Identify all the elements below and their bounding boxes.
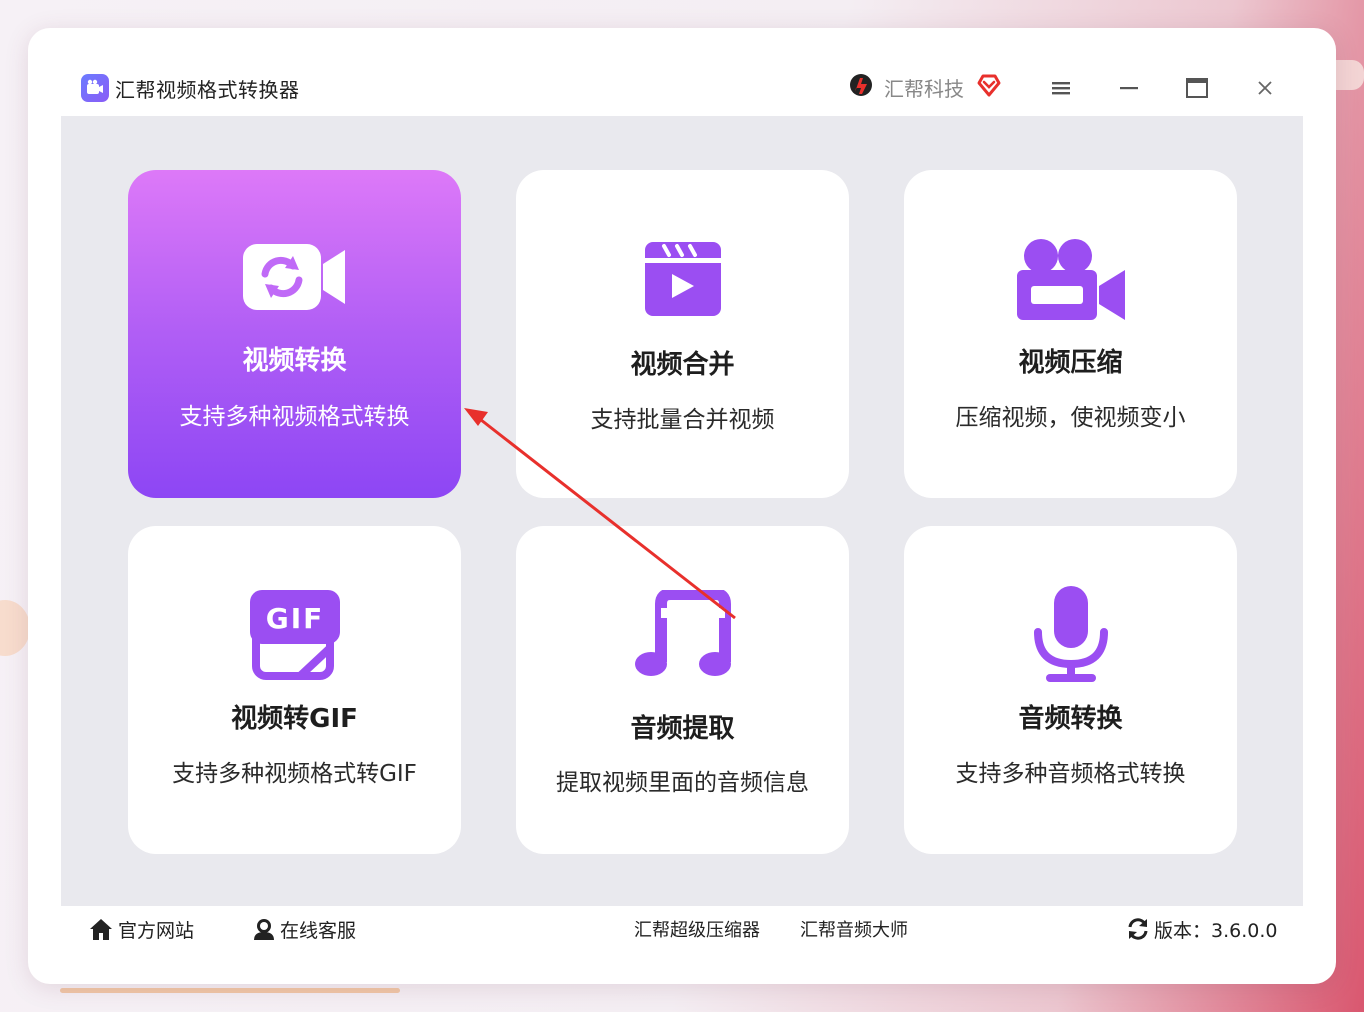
card-title: 视频转换 — [242, 346, 347, 376]
card-title: 音频提取 — [630, 714, 735, 744]
version-info[interactable]: 版本：3.6.0.0 — [1126, 906, 1277, 952]
close-button[interactable] — [1249, 72, 1281, 104]
online-support-link[interactable]: 在线客服 — [252, 906, 356, 952]
brand-logo-icon — [846, 70, 876, 104]
card-video-convert[interactable]: 视频转换 支持多种视频格式转换 — [128, 170, 461, 498]
card-audio-extract[interactable]: 音频提取 提取视频里面的音频信息 — [516, 526, 849, 854]
card-description: 压缩视频，使视频变小 — [955, 405, 1186, 431]
official-website-label: 官方网站 — [118, 919, 195, 942]
hamburger-icon — [1052, 82, 1070, 95]
gif-icon: GIF — [128, 586, 461, 682]
card-title: 视频合并 — [630, 350, 735, 380]
home-icon — [90, 919, 112, 940]
official-website-link[interactable]: 官方网站 — [88, 906, 194, 952]
clapperboard-icon — [516, 240, 849, 318]
card-video-compress[interactable]: 视频压缩 压缩视频，使视频变小 — [904, 170, 1237, 498]
card-description: 支持多种视频格式转GIF — [172, 761, 417, 787]
card-title: 音频转换 — [1018, 704, 1123, 734]
app-logo-icon — [81, 74, 109, 102]
brand: 汇帮科技 — [846, 70, 1002, 104]
microphone-icon — [904, 586, 1237, 684]
card-video-to-gif[interactable]: GIF 视频转GIF 支持多种视频格式转GIF — [128, 526, 461, 854]
version-label: 版本：3.6.0.0 — [1154, 919, 1278, 942]
card-description: 支持多种音频格式转换 — [955, 761, 1186, 787]
card-description: 提取视频里面的音频信息 — [556, 770, 809, 796]
support-agent-icon — [254, 919, 274, 940]
background-decoration — [0, 600, 30, 656]
compressor-link[interactable]: 汇帮超级压缩器 — [634, 906, 760, 952]
video-convert-icon — [128, 242, 461, 314]
brand-name: 汇帮科技 — [884, 76, 964, 101]
minimize-icon — [1120, 87, 1138, 90]
card-video-merge[interactable]: 视频合并 支持批量合并视频 — [516, 170, 849, 498]
card-description: 支持批量合并视频 — [590, 407, 775, 433]
online-support-label: 在线客服 — [280, 919, 357, 942]
audio-master-label: 汇帮音频大师 — [800, 920, 908, 941]
video-camera-icon — [904, 236, 1237, 322]
status-bar: 官方网站 在线客服 汇帮超级压缩器 汇帮音频大师 版本：3.6.0.0 — [61, 906, 1303, 952]
close-icon — [1258, 81, 1272, 95]
menu-button[interactable] — [1045, 72, 1077, 104]
minimize-button[interactable] — [1113, 72, 1145, 104]
card-title: 视频压缩 — [1018, 348, 1123, 378]
app-title: 汇帮视频格式转换器 — [115, 77, 300, 102]
compressor-label: 汇帮超级压缩器 — [634, 920, 760, 941]
feature-grid: 视频转换 支持多种视频格式转换 视频合并 支持批量合并视频 视频压缩 压缩视频，… — [61, 116, 1303, 906]
background-decoration — [60, 988, 400, 993]
vip-heart-icon[interactable] — [976, 72, 1002, 102]
card-title: 视频转GIF — [231, 704, 358, 734]
maximize-button[interactable] — [1181, 72, 1213, 104]
audio-master-link[interactable]: 汇帮音频大师 — [800, 906, 908, 952]
refresh-icon — [1128, 918, 1148, 940]
title-bar: 汇帮视频格式转换器 汇帮科技 — [52, 60, 1304, 116]
svg-text:GIF: GIF — [265, 602, 324, 635]
card-description: 支持多种视频格式转换 — [179, 404, 410, 430]
card-audio-convert[interactable]: 音频转换 支持多种音频格式转换 — [904, 526, 1237, 854]
maximize-icon — [1186, 78, 1208, 98]
music-note-icon — [516, 590, 849, 680]
